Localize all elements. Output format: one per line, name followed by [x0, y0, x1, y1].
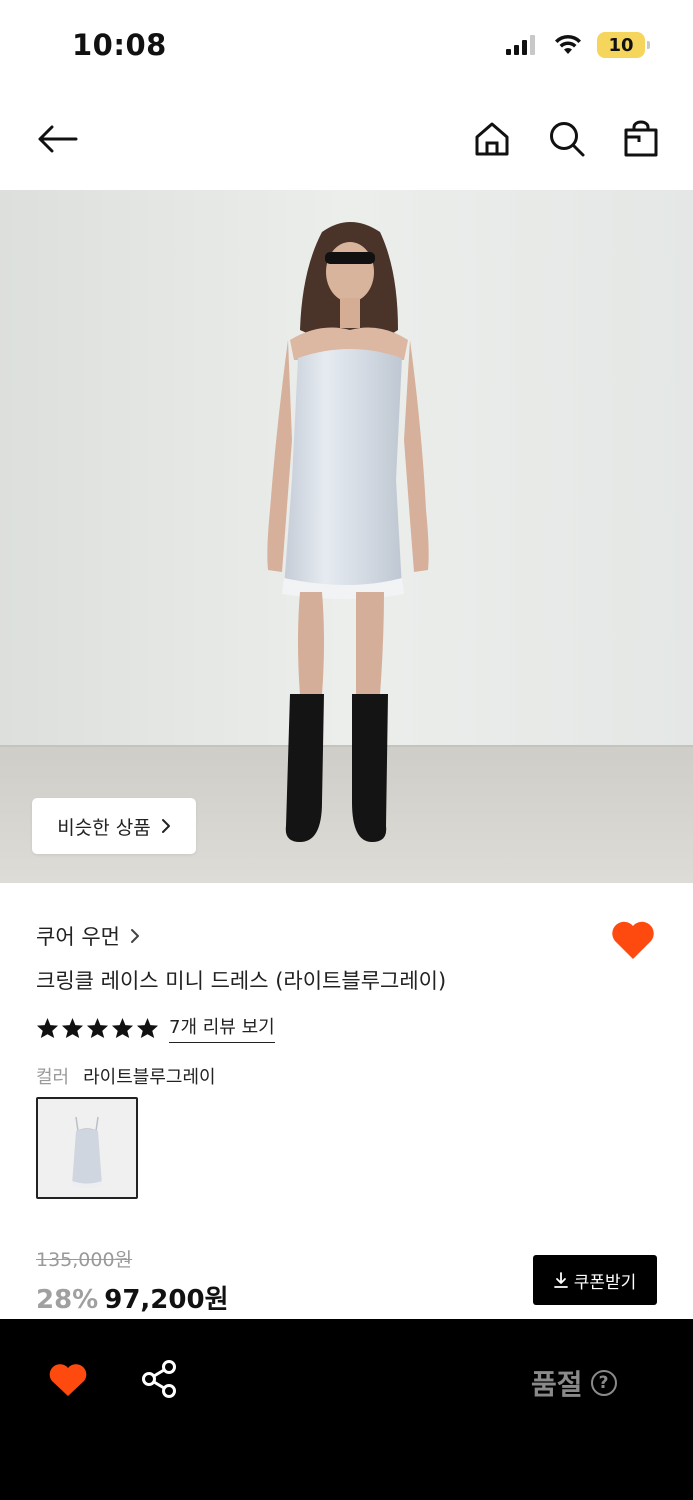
star-icon	[136, 1017, 159, 1039]
price-row: 28% 97,200원	[36, 1279, 229, 1316]
search-icon	[550, 122, 585, 157]
search-button[interactable]	[542, 114, 592, 164]
battery-level: 10	[608, 34, 634, 56]
back-arrow-icon	[38, 125, 78, 153]
star-icon	[61, 1017, 84, 1039]
share-icon[interactable]	[140, 1359, 178, 1399]
original-price: 135,000원	[36, 1249, 133, 1271]
swatch-thumbnail	[38, 1099, 136, 1197]
product-photo	[0, 190, 693, 883]
help-icon[interactable]: ?	[590, 1370, 617, 1396]
coupon-label: 쿠폰받기	[573, 1272, 637, 1293]
product-image[interactable]: 비슷한 상품	[0, 190, 693, 883]
similar-products-label: 비슷한 상품	[57, 816, 151, 839]
brand-link[interactable]: 쿠어 우먼	[36, 921, 140, 951]
battery-icon: 10	[597, 32, 650, 58]
product-name: 크링클 레이스 미니 드레스 (라이트블루그레이)	[36, 969, 447, 993]
wishlist-heart-icon[interactable]	[610, 919, 656, 961]
top-nav	[0, 92, 693, 190]
soldout-status: 품절 ?	[531, 1363, 617, 1403]
brand-name: 쿠어 우먼	[36, 925, 120, 949]
rating-row: 7개 리뷰 보기	[36, 1013, 275, 1043]
star-icon	[36, 1017, 59, 1039]
color-value: 라이트블루그레이	[83, 1067, 216, 1088]
home-button[interactable]	[467, 114, 517, 164]
download-icon	[553, 1272, 568, 1288]
color-row: 컬러 라이트블루그레이	[36, 1063, 216, 1089]
bottom-action-bar: 품절 ?	[0, 1319, 693, 1500]
soldout-label: 품절	[531, 1368, 583, 1401]
chevron-right-icon	[130, 929, 139, 943]
signal-icon	[506, 35, 535, 55]
chevron-right-icon	[161, 819, 170, 833]
wifi-icon	[555, 34, 581, 54]
product-info: 쿠어 우먼 크링클 레이스 미니 드레스 (라이트블루그레이) 7개 리뷰 보기…	[0, 883, 693, 1319]
like-heart-icon[interactable]	[48, 1362, 88, 1398]
status-icons: 10	[505, 32, 650, 58]
home-icon	[475, 122, 509, 156]
similar-products-button[interactable]: 비슷한 상품	[32, 798, 196, 854]
coupon-button[interactable]: 쿠폰받기	[533, 1255, 657, 1305]
back-button[interactable]	[32, 114, 82, 164]
color-label: 컬러	[36, 1067, 70, 1088]
review-link[interactable]: 7개 리뷰 보기	[169, 1013, 275, 1043]
star-icon	[111, 1017, 134, 1039]
status-time: 10:08	[72, 28, 167, 62]
rating-stars	[36, 1017, 159, 1039]
status-bar: 10:08 10	[0, 0, 693, 92]
sale-price: 97,200원	[104, 1285, 229, 1315]
star-icon	[86, 1017, 109, 1039]
shopping-bag-icon	[624, 120, 658, 157]
cart-button[interactable]	[616, 114, 666, 164]
discount-rate: 28%	[36, 1285, 99, 1315]
color-swatch[interactable]	[36, 1097, 138, 1199]
